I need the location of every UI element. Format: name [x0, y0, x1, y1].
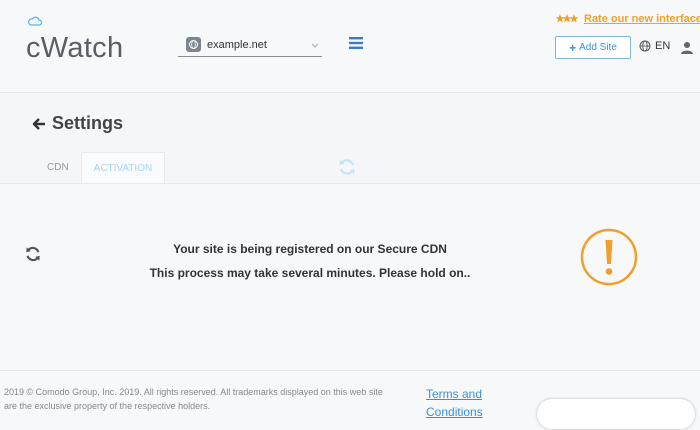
tab-activation[interactable]: ACTIVATION	[80, 152, 166, 185]
refresh-icon[interactable]	[24, 245, 42, 263]
language-selector[interactable]: EN	[639, 40, 670, 52]
site-selector-value: example.net	[207, 38, 267, 51]
tab-bar: CDN ACTIVATION	[35, 152, 166, 185]
add-site-label: Add Site	[579, 42, 617, 53]
status-line-1: Your site is being registered on our Sec…	[173, 242, 447, 256]
brand-name: cWatch	[26, 32, 124, 64]
plus-icon: +	[569, 40, 577, 55]
rate-interface-label: Rate our new interface	[584, 13, 700, 25]
refresh-icon[interactable]	[337, 157, 357, 177]
terms-line-2: Conditions	[426, 405, 483, 419]
stars-icon	[556, 14, 578, 23]
menu-icon[interactable]	[349, 37, 363, 49]
rate-interface-link[interactable]: Rate our new interface	[556, 13, 700, 25]
site-selector[interactable]: example.net	[178, 33, 322, 57]
user-icon[interactable]	[681, 41, 693, 54]
page-title: Settings	[52, 113, 124, 133]
status-line-2: This process may take several minutes. P…	[149, 266, 471, 280]
cloud-icon	[28, 16, 42, 26]
chat-widget[interactable]	[536, 398, 696, 430]
globe-icon	[639, 40, 651, 52]
terms-line-1: Terms and	[426, 387, 483, 401]
language-label: EN	[655, 40, 671, 52]
add-site-button[interactable]: + Add Site	[555, 36, 631, 59]
tab-cdn[interactable]: CDN	[35, 152, 81, 183]
back-arrow-icon[interactable]	[32, 117, 46, 131]
warning-icon	[580, 228, 638, 286]
copyright-text: 2019 © Comodo Group, Inc. 2019. All righ…	[4, 387, 383, 411]
terms-link[interactable]: Terms and Conditions	[426, 385, 483, 421]
chevron-down-icon	[311, 43, 319, 48]
status-message: Your site is being registered on our Sec…	[110, 237, 510, 285]
globe-icon	[186, 37, 201, 52]
